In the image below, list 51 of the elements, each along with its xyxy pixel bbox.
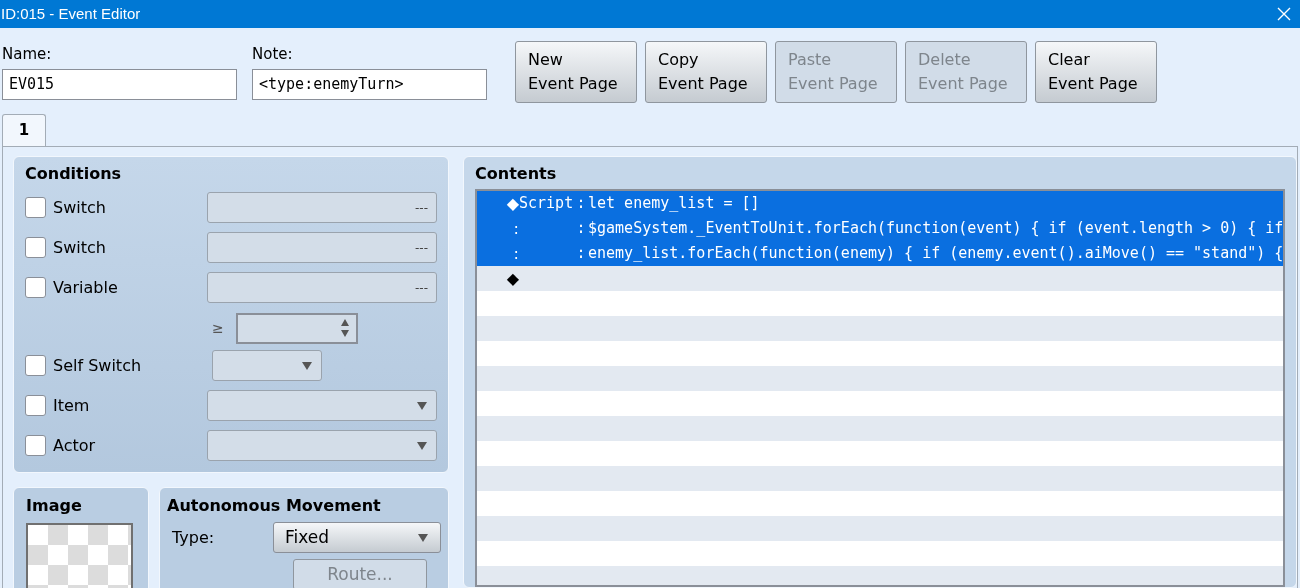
condition-label: Item bbox=[53, 394, 90, 417]
name-input[interactable]: EV015 bbox=[2, 68, 237, 100]
note-input[interactable]: <type:enemyTurn> bbox=[252, 68, 487, 100]
checkbox[interactable] bbox=[25, 237, 46, 258]
dropdown-arrow-icon bbox=[416, 440, 428, 451]
empty-row[interactable] bbox=[477, 466, 1284, 491]
dropdown[interactable] bbox=[207, 390, 437, 421]
type-label: Type: bbox=[172, 526, 215, 549]
condition-label: Switch bbox=[53, 196, 106, 219]
picker-field[interactable]: --- bbox=[207, 192, 437, 223]
condition-label: Actor bbox=[53, 434, 96, 457]
section-title: Contents bbox=[475, 163, 558, 185]
section-title: Image bbox=[26, 495, 83, 517]
condition-label: Switch bbox=[53, 236, 106, 259]
close-icon[interactable] bbox=[1277, 7, 1291, 21]
picker-field[interactable]: --- bbox=[207, 232, 437, 263]
checkbox[interactable] bbox=[25, 355, 46, 376]
section-title: Autonomous Movement bbox=[167, 495, 382, 517]
field-label: Note: bbox=[252, 44, 294, 65]
number-spinbox[interactable] bbox=[236, 312, 358, 344]
picker-field[interactable]: --- bbox=[207, 272, 437, 303]
checkbox[interactable] bbox=[25, 435, 46, 456]
command-row[interactable]: : : $gameSystem._EventToUnit.forEach(function(event) { if (event.length > 0) { if bbox=[477, 216, 1284, 241]
dropdown-arrow-icon bbox=[417, 532, 429, 543]
dropdown-arrow-icon bbox=[301, 360, 313, 371]
dropdown-arrow-icon bbox=[416, 400, 428, 411]
command-row[interactable]: ◆ bbox=[477, 266, 1284, 291]
field-label: Name: bbox=[2, 44, 53, 65]
empty-row[interactable] bbox=[477, 366, 1284, 391]
dropdown[interactable] bbox=[207, 430, 437, 461]
empty-row[interactable] bbox=[477, 316, 1284, 341]
event-page-button[interactable]: New Event Page bbox=[515, 41, 637, 103]
empty-row[interactable] bbox=[477, 516, 1284, 541]
page-tab[interactable]: 1 bbox=[2, 114, 46, 146]
condition-label: Self Switch bbox=[53, 354, 142, 377]
checkbox[interactable] bbox=[25, 395, 46, 416]
operator-label: ≥ bbox=[212, 318, 225, 338]
command-row[interactable]: : : enemy_list.forEach(function(enemy) { if (enemy.event().aiMove() == "stand") { bbox=[477, 241, 1284, 266]
event-page-button[interactable]: Clear Event Page bbox=[1035, 41, 1157, 103]
dropdown[interactable] bbox=[212, 350, 322, 381]
checkbox[interactable] bbox=[25, 277, 46, 298]
empty-row[interactable] bbox=[477, 416, 1284, 441]
section-title: Conditions bbox=[25, 163, 123, 185]
movement-type-dropdown[interactable]: Fixed bbox=[273, 522, 441, 553]
command-row[interactable]: ◆Script : let enemy_list = [] bbox=[477, 191, 1284, 216]
window-title: ID:015 - Event Editor bbox=[0, 3, 141, 24]
event-page-button[interactable]: Copy Event Page bbox=[645, 41, 767, 103]
checkbox[interactable] bbox=[25, 197, 46, 218]
empty-row[interactable] bbox=[477, 566, 1284, 585]
condition-label: Variable bbox=[53, 276, 118, 299]
spin-arrows-icon bbox=[340, 317, 350, 339]
